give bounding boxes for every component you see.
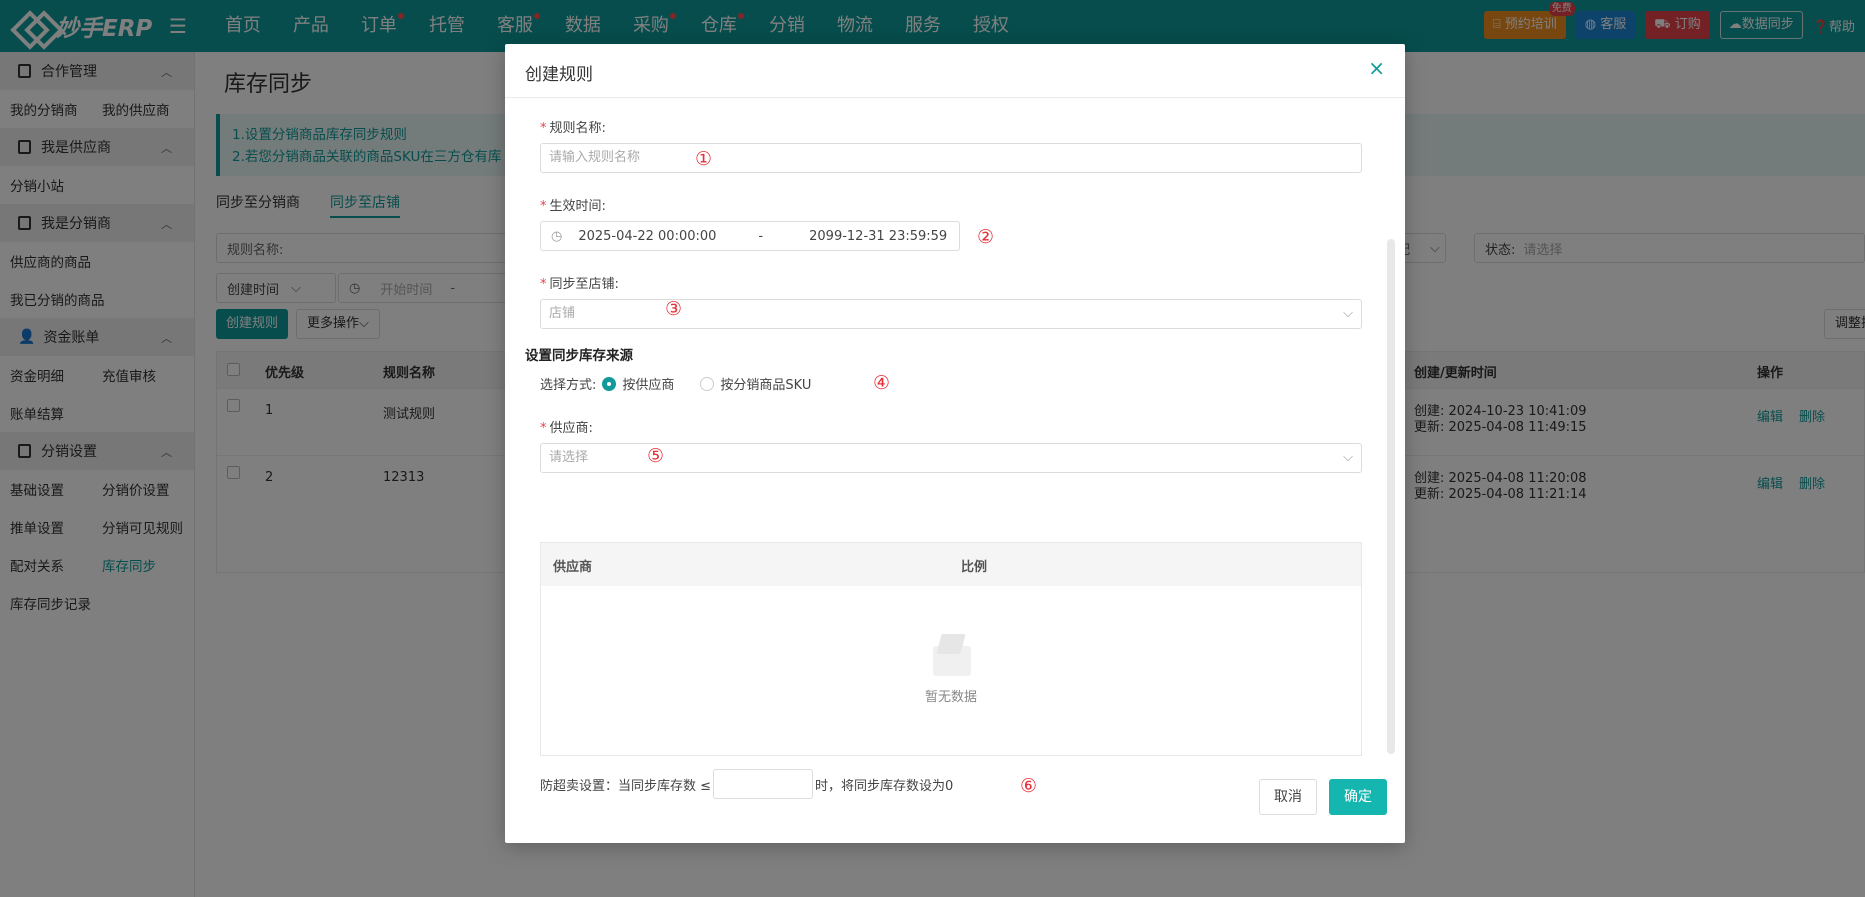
chevron-down-icon: ⌵ bbox=[1343, 450, 1353, 465]
sync-shop-label: * 同步至店铺: bbox=[540, 277, 619, 292]
rule-name-label: * 规则名称: bbox=[540, 121, 606, 136]
annotation-4: ④ bbox=[873, 372, 891, 394]
dialog-body: * 规则名称: 请输入规则名称 ① * 生效时间: ◷ 2025-04-22 00:… bbox=[505, 99, 1405, 799]
effective-time-label: * 生效时间: bbox=[540, 199, 606, 214]
dialog-header: 创建规则 × bbox=[505, 44, 1405, 98]
supplier-label: * 供应商: bbox=[540, 421, 593, 436]
rule-name-input[interactable]: 请输入规则名称 bbox=[540, 143, 1362, 173]
radio-by-sku[interactable]: 按分销商品SKU bbox=[700, 374, 811, 393]
mode-row: 选择方式: 按供应商 按分销商品SKU bbox=[540, 374, 837, 393]
annotation-1: ① bbox=[695, 148, 713, 170]
radio-checked bbox=[602, 376, 617, 391]
annotation-5: ⑤ bbox=[647, 445, 665, 467]
confirm-button[interactable]: 确定 bbox=[1329, 779, 1387, 815]
scrollbar[interactable] bbox=[1387, 239, 1395, 754]
annotation-2: ② bbox=[977, 226, 995, 248]
create-rule-dialog: 创建规则 × * 规则名称: 请输入规则名称 ① * 生效时间: ◷ 2025-04… bbox=[505, 44, 1405, 843]
empty-state: 暂无数据 bbox=[541, 586, 1361, 755]
col-ratio: 比例 bbox=[961, 560, 988, 575]
empty-box-icon bbox=[929, 630, 973, 680]
source-section-title: 设置同步库存来源 bbox=[525, 348, 633, 364]
empty-text: 暂无数据 bbox=[924, 690, 977, 705]
start-date: 2025-04-22 00:00:00 bbox=[578, 228, 717, 244]
close-icon[interactable]: × bbox=[1368, 56, 1385, 80]
col-supplier: 供应商 bbox=[553, 560, 593, 575]
supplier-table-header: 供应商 比例 bbox=[541, 543, 1361, 586]
supplier-table: 供应商 比例 暂无数据 bbox=[540, 542, 1362, 756]
cancel-button[interactable]: 取消 bbox=[1259, 779, 1317, 815]
end-date: 2099-12-31 23:59:59 bbox=[809, 228, 948, 244]
chevron-down-icon: ⌵ bbox=[1343, 306, 1353, 321]
annotation-3: ③ bbox=[665, 298, 683, 320]
dialog-footer: 取消 确定 bbox=[505, 779, 1405, 843]
date-range-picker[interactable]: ◷ 2025-04-22 00:00:00 - 2099-12-31 23:59… bbox=[540, 221, 960, 251]
dialog-title: 创建规则 bbox=[525, 65, 593, 85]
radio-unchecked bbox=[700, 376, 715, 391]
clock-icon: ◷ bbox=[551, 228, 563, 244]
radio-by-supplier[interactable]: 按供应商 bbox=[602, 374, 674, 393]
shop-select[interactable]: 店铺 ⌵ bbox=[540, 299, 1362, 329]
